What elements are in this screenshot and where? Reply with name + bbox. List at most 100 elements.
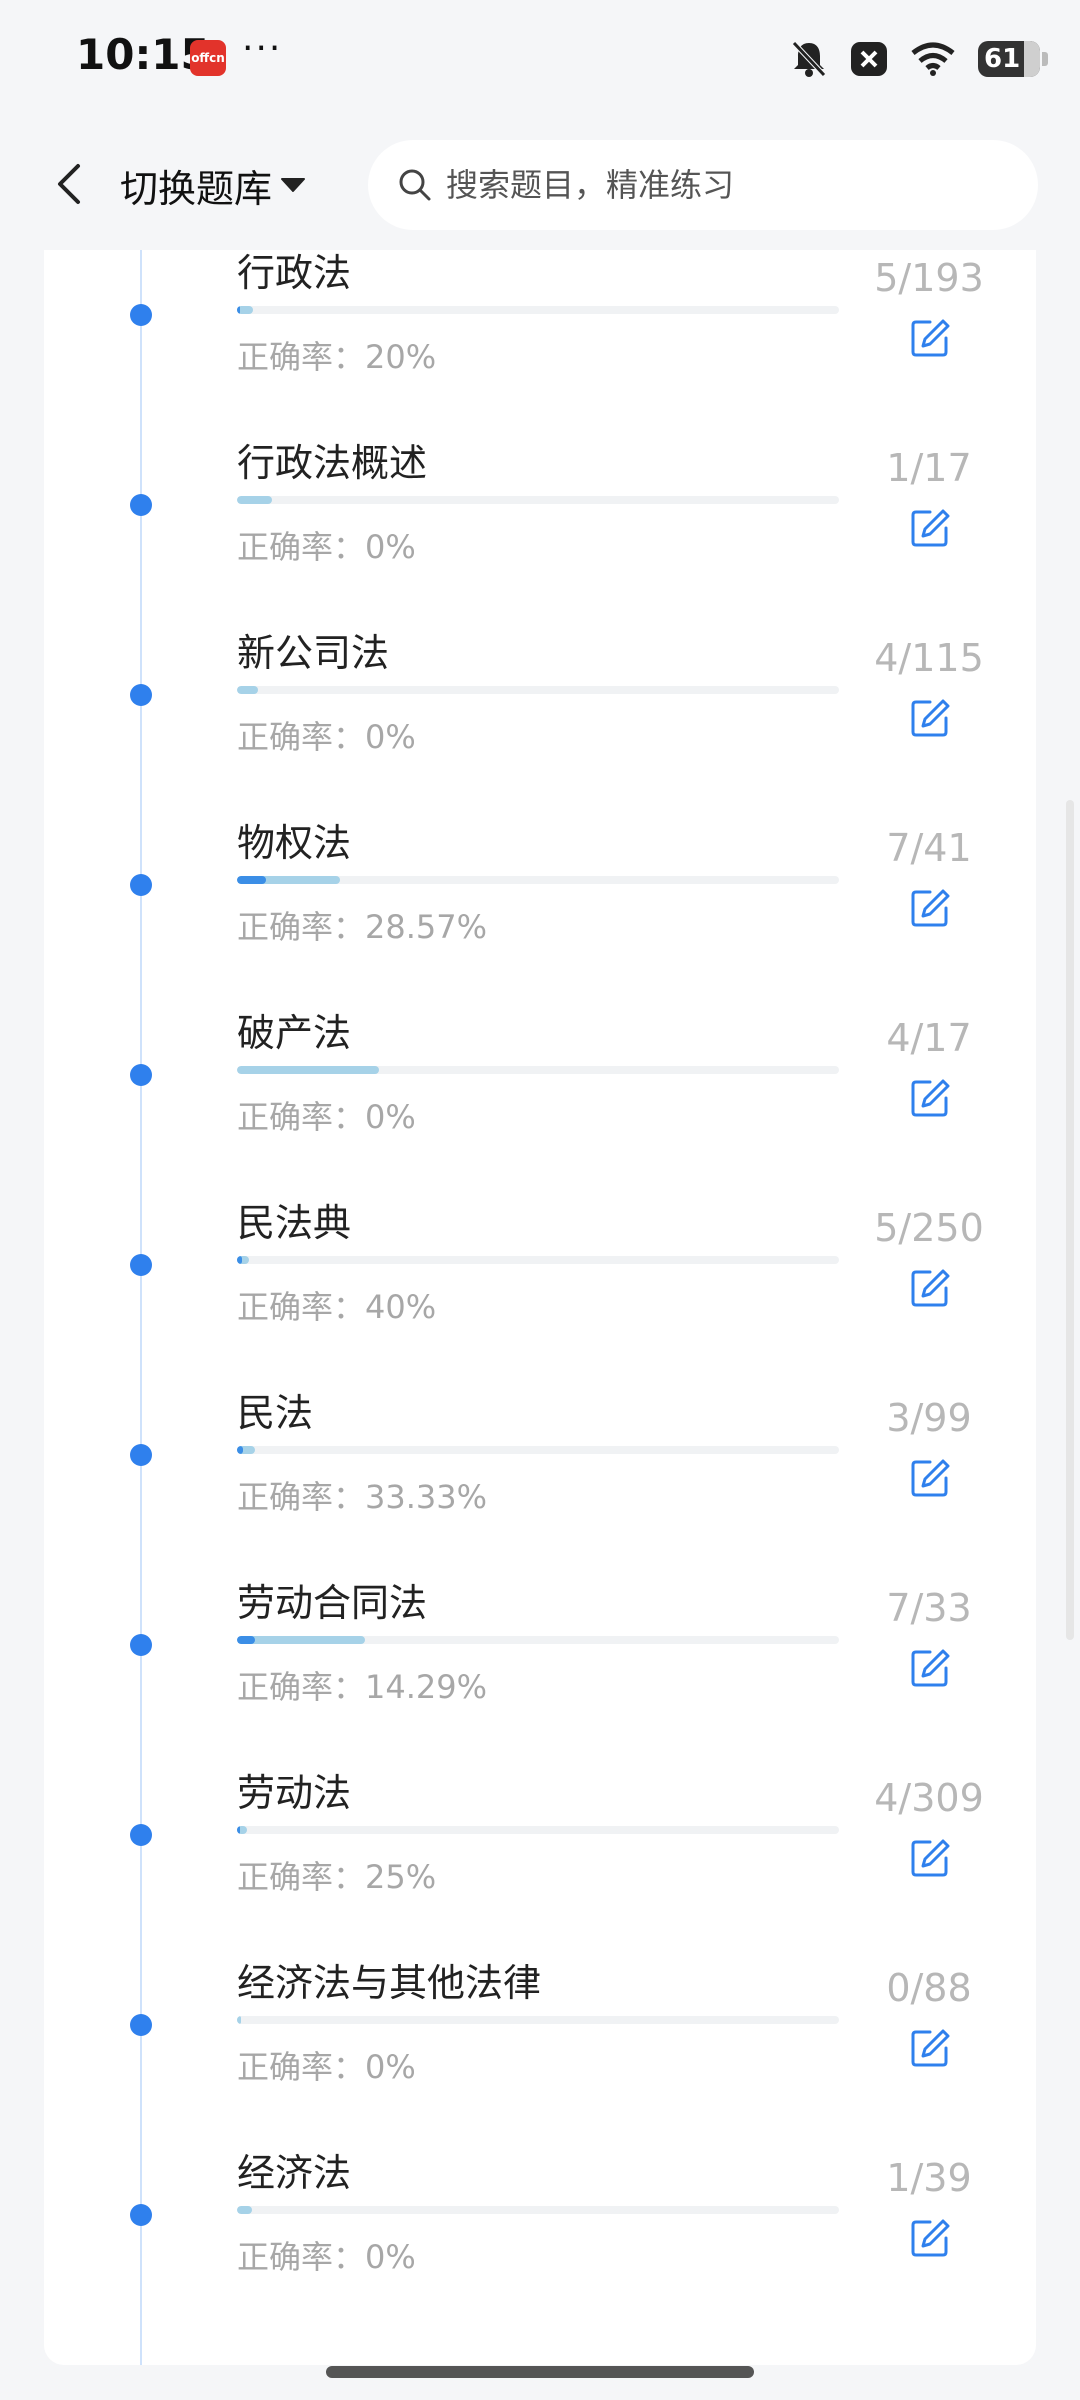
accuracy-value: 0% — [365, 718, 416, 756]
accuracy-text: 正确率：20% — [237, 332, 436, 378]
edit-icon — [911, 699, 950, 737]
chapter-title: 经济法与其他法律 — [237, 1961, 542, 2005]
progress-bar — [237, 1636, 839, 1644]
chapter-title: 破产法 — [237, 1011, 352, 1055]
practice-button[interactable] — [906, 2024, 954, 2072]
progress-bar — [237, 2016, 839, 2024]
practice-button[interactable] — [906, 884, 954, 932]
progress-attempted — [237, 2016, 241, 2024]
chapter-title: 新公司法 — [237, 631, 390, 675]
search-input[interactable] — [444, 165, 1008, 205]
accuracy-value: 40% — [365, 1288, 437, 1326]
chapter-item[interactable]: 新公司法正确率：0% 4/115 — [44, 592, 1036, 782]
chapter-item[interactable]: 经济法与其他法律 正确率：0% 0/88 — [44, 1922, 1036, 2112]
header: 切换题库 — [0, 118, 1080, 250]
chapter-title: 经济法 — [237, 2151, 352, 2195]
edit-icon — [911, 2029, 950, 2067]
edit-icon — [911, 1269, 950, 1307]
accuracy-text: 正确率：0% — [237, 2232, 416, 2278]
progress-bar — [237, 1826, 839, 1834]
progress-correct — [237, 1636, 255, 1644]
chapter-title: 物权法 — [237, 821, 352, 865]
accuracy-text: 正确率：0% — [237, 1092, 416, 1138]
search-icon — [399, 169, 431, 201]
timeline-dot — [130, 494, 152, 516]
progress-attempted — [237, 496, 272, 504]
accuracy-value: 28.57% — [365, 908, 488, 946]
progress-count: 0/88 — [886, 1966, 972, 2010]
battery-level: 61 — [984, 44, 1021, 74]
caret-down-icon — [281, 178, 306, 192]
edit-icon — [911, 509, 950, 547]
chapter-item[interactable]: 经济法正确率：0% 1/39 — [44, 2112, 1036, 2302]
accuracy-label: 正确率： — [237, 338, 366, 376]
practice-button[interactable] — [906, 314, 954, 362]
status-bar: 10:15 offcn ··· 61 — [0, 0, 1080, 118]
practice-button[interactable] — [906, 694, 954, 742]
chapter-item[interactable]: 物权法 正确率：28.57% 7/41 — [44, 782, 1036, 972]
timeline-dot — [130, 1064, 152, 1086]
timeline-dot — [130, 684, 152, 706]
chapter-item[interactable]: 破产法 正确率：0% 4/17 — [44, 972, 1036, 1162]
practice-button[interactable] — [906, 1454, 954, 1502]
accuracy-value: 25% — [365, 1858, 437, 1896]
home-indicator[interactable] — [326, 2366, 754, 2378]
progress-count: 7/33 — [886, 1586, 972, 1630]
practice-button[interactable] — [906, 1644, 954, 1692]
chapter-item[interactable]: 行政法概述 正确率：0% 1/17 — [44, 402, 1036, 592]
edit-icon — [911, 1649, 950, 1687]
practice-button[interactable] — [906, 1264, 954, 1312]
progress-correct — [237, 1446, 243, 1454]
progress-count: 5/250 — [874, 1206, 984, 1250]
back-button[interactable] — [40, 156, 96, 212]
search-box[interactable] — [368, 140, 1038, 230]
close-box-icon — [850, 41, 888, 77]
progress-bar — [237, 306, 839, 314]
accuracy-label: 正确率： — [237, 1478, 366, 1516]
practice-button[interactable] — [906, 1834, 954, 1882]
edit-icon — [911, 889, 950, 927]
chapter-item[interactable]: 行政法 正确率：20% 5/193 — [44, 250, 1036, 402]
chapter-title: 民法典 — [237, 1201, 352, 1245]
progress-attempted — [237, 1636, 365, 1644]
scrollbar[interactable] — [1066, 800, 1074, 1640]
progress-bar — [237, 1066, 839, 1074]
edit-icon — [911, 1079, 950, 1117]
progress-bar — [237, 2206, 839, 2214]
progress-count: 3/99 — [886, 1396, 972, 1440]
progress-count: 4/115 — [874, 636, 984, 680]
wifi-icon — [910, 41, 956, 77]
accuracy-text: 正确率：14.29% — [237, 1662, 487, 1708]
chapter-title: 劳动法 — [237, 1771, 352, 1815]
accuracy-label: 正确率： — [237, 1858, 366, 1896]
accuracy-text: 正确率：25% — [237, 1852, 436, 1898]
chapter-title: 行政法概述 — [237, 441, 428, 485]
progress-count: 1/39 — [886, 2156, 972, 2200]
accuracy-label: 正确率： — [237, 718, 366, 756]
accuracy-value: 14.29% — [365, 1668, 488, 1706]
chapter-item[interactable]: 民法正确率：33.33% 3/99 — [44, 1352, 1036, 1542]
chapter-item[interactable]: 劳动合同法 正确率：14.29% 7/33 — [44, 1542, 1036, 1732]
progress-bar — [237, 686, 839, 694]
battery-icon: 61 — [978, 41, 1048, 77]
progress-correct — [237, 1826, 240, 1834]
timeline-dot — [130, 874, 152, 896]
switch-question-bank-button[interactable]: 切换题库 — [120, 158, 306, 212]
practice-button[interactable] — [906, 1074, 954, 1122]
accuracy-text: 正确率：0% — [237, 2042, 416, 2088]
progress-count: 4/309 — [874, 1776, 984, 1820]
chapter-item[interactable]: 民法典正确率：40% 5/250 — [44, 1162, 1036, 1352]
edit-icon — [911, 319, 950, 357]
chapter-title: 民法 — [237, 1391, 314, 1435]
accuracy-text: 正确率：33.33% — [237, 1472, 487, 1518]
bell-off-icon — [790, 39, 828, 79]
practice-button[interactable] — [906, 504, 954, 552]
practice-button[interactable] — [906, 2214, 954, 2262]
chapter-item[interactable]: 劳动法正确率：25% 4/309 — [44, 1732, 1036, 1922]
accuracy-label: 正确率： — [237, 908, 366, 946]
accuracy-label: 正确率： — [237, 1288, 366, 1326]
accuracy-value: 0% — [365, 2048, 416, 2086]
switch-bank-label: 切换题库 — [120, 166, 273, 211]
progress-correct — [237, 1256, 242, 1264]
accuracy-value: 20% — [365, 338, 437, 376]
